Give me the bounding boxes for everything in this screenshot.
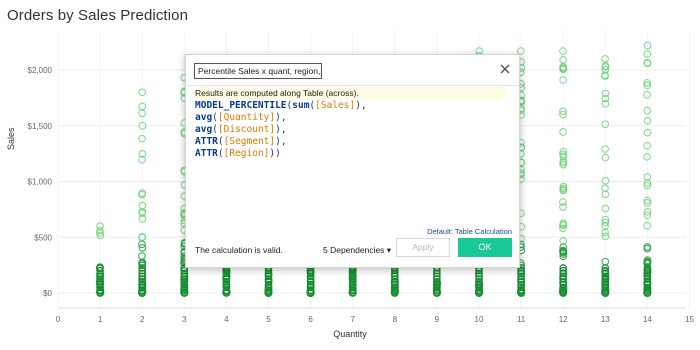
code-function: avg xyxy=(195,112,213,123)
default-table-calculation-link[interactable]: Default: Table Calculation xyxy=(427,227,512,236)
x-tick-label: 3 xyxy=(182,315,187,324)
x-tick-label: 5 xyxy=(266,315,271,324)
x-tick-label: 10 xyxy=(475,315,484,324)
x-tick-label: 2 xyxy=(140,315,145,324)
formula-code[interactable]: MODEL_PERCENTILE(sum([Sales]), avg([Quan… xyxy=(195,100,367,160)
code-field: [Segment] xyxy=(223,136,276,147)
code-function: ATTR xyxy=(195,148,218,159)
y-axis-ticks: $0 $500 $1,000 $1,500 $2,000 xyxy=(28,66,53,298)
calculation-editor-dialog: Percentile Sales x quant, region,seg Res… xyxy=(185,54,520,268)
x-axis-ticks: 0 1 2 3 4 5 6 7 8 9 10 11 12 13 14 15 xyxy=(56,315,695,324)
y-tick-label: $500 xyxy=(34,233,52,242)
code-field: [Sales] xyxy=(315,100,356,111)
y-tick-label: $1,000 xyxy=(28,178,53,187)
y-tick-label: $1,500 xyxy=(28,122,53,131)
code-function: MODEL_PERCENTILE xyxy=(195,100,287,111)
dependencies-dropdown[interactable]: 5 Dependencies ▾ xyxy=(323,245,391,256)
ok-button[interactable]: OK xyxy=(458,238,512,257)
validation-status: The calculation is valid. xyxy=(195,245,283,255)
x-tick-label: 0 xyxy=(56,315,61,324)
code-field: [Region] xyxy=(223,148,270,159)
code-function: sum xyxy=(292,100,310,111)
y-axis-label: Sales xyxy=(6,127,16,150)
x-tick-label: 4 xyxy=(224,315,229,324)
code-function: avg xyxy=(195,124,213,135)
computation-note: Results are computed along Table (across… xyxy=(195,87,505,99)
x-tick-label: 12 xyxy=(559,315,568,324)
x-axis-label: Quantity xyxy=(333,329,367,339)
code-field: [Discount] xyxy=(217,124,276,135)
x-tick-label: 13 xyxy=(601,315,610,324)
apply-button[interactable]: Apply xyxy=(396,238,450,257)
x-tick-label: 8 xyxy=(393,315,398,324)
x-tick-label: 15 xyxy=(685,315,694,324)
code-function: ATTR xyxy=(195,136,218,147)
calculation-name-input[interactable]: Percentile Sales x quant, region,seg xyxy=(194,63,322,79)
x-tick-label: 14 xyxy=(643,315,652,324)
x-tick-label: 6 xyxy=(308,315,313,324)
y-tick-label: $0 xyxy=(43,289,52,298)
close-icon[interactable] xyxy=(498,62,512,76)
x-tick-label: 7 xyxy=(350,315,355,324)
code-field: [Quantity] xyxy=(217,112,276,123)
x-tick-label: 11 xyxy=(517,315,526,324)
x-tick-label: 9 xyxy=(435,315,440,324)
y-tick-label: $2,000 xyxy=(28,66,53,75)
x-tick-label: 1 xyxy=(98,315,103,324)
